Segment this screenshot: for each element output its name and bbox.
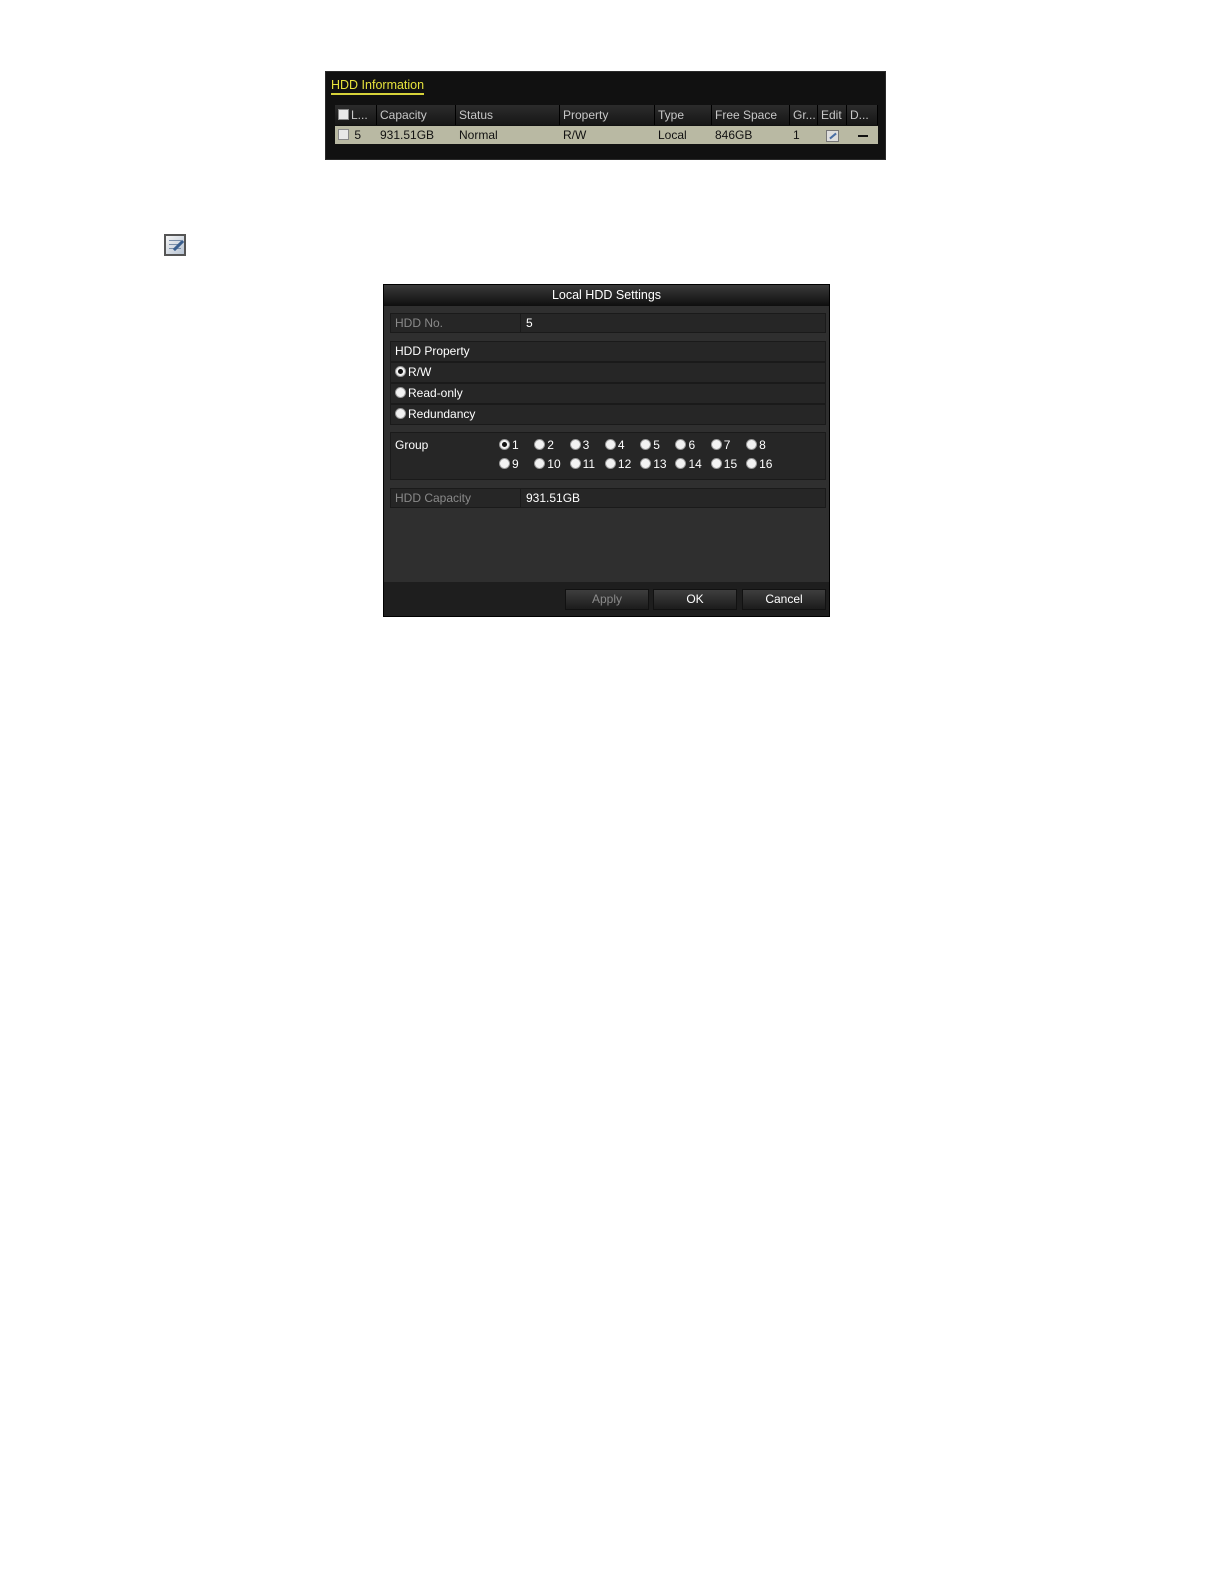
group-option-1[interactable]: 1 [499,438,534,452]
radio-group-9[interactable] [499,458,510,470]
radio-group-7[interactable] [710,439,722,451]
radio-group-15[interactable] [710,458,722,470]
radio-group-11[interactable] [569,458,581,470]
group-option-5[interactable]: 5 [640,438,675,452]
group-option-12[interactable]: 12 [604,457,640,471]
property-option-read-only[interactable]: Read-only [390,383,826,404]
column-header-capacity[interactable]: Capacity [377,105,456,125]
cell-label: 5 [335,126,377,144]
row-checkbox[interactable] [338,129,349,141]
column-header-label[interactable]: L... [335,105,377,125]
group-option-9[interactable]: 9 [499,457,534,471]
radio-group-5[interactable] [640,439,652,451]
group-option-7[interactable]: 7 [710,438,746,452]
local-hdd-settings-dialog: Local HDD Settings HDD No. 5 HDD Propert… [383,284,830,617]
column-header-free-space[interactable]: Free Space [712,105,790,125]
table-row[interactable]: 5 931.51GB Normal R/W Local 846GB 1 [335,126,878,144]
column-header-group[interactable]: Gr... [790,105,818,125]
group-option-6[interactable]: 6 [675,438,710,452]
cell-status: Normal [459,128,498,142]
radio-redundancy[interactable] [395,408,406,420]
hdd-information-tab[interactable]: HDD Information [331,78,425,95]
group-option-8[interactable]: 8 [746,438,781,452]
radio-group-10[interactable] [534,458,546,470]
radio-group-8[interactable] [746,439,758,451]
edit-icon[interactable] [826,129,839,142]
apply-button[interactable]: Apply [565,589,649,610]
hdd-no-value: 5 [526,316,533,330]
hdd-capacity-field: HDD Capacity 931.51GB [390,488,826,508]
group-option-16[interactable]: 16 [746,457,781,471]
dash-icon[interactable] [858,134,868,137]
hdd-no-field: HDD No. 5 [390,313,826,333]
cell-capacity: 931.51GB [380,128,435,142]
radio-group-12[interactable] [604,458,616,470]
column-header-status[interactable]: Status [456,105,560,125]
group-label: Group [395,438,429,452]
edit-icon [164,234,186,256]
select-all-checkbox[interactable] [338,109,349,121]
group-option-4[interactable]: 4 [604,438,640,452]
radio-group-16[interactable] [746,458,758,470]
property-option-rw[interactable]: R/W [390,362,826,383]
dialog-title: Local HDD Settings [384,285,829,306]
column-header-property[interactable]: Property [560,105,655,125]
hdd-no-label: HDD No. [391,314,521,332]
cell-property: R/W [563,128,587,142]
radio-group-1[interactable] [499,439,510,451]
cell-edit [818,126,847,144]
group-option-2[interactable]: 2 [534,438,569,452]
cell-delete [847,126,878,144]
group-selector: Group 1 2 3 4 5 6 7 8 9 10 11 12 13 14 1… [390,432,826,480]
property-option-redundancy[interactable]: Redundancy [390,404,826,425]
hdd-capacity-value: 931.51GB [526,491,581,505]
hdd-property-group: HDD Property R/W Read-only Redundancy [390,341,826,425]
radio-group-13[interactable] [640,458,652,470]
group-option-14[interactable]: 14 [675,457,710,471]
radio-rw[interactable] [395,366,406,378]
group-option-11[interactable]: 11 [569,457,605,471]
ok-button[interactable]: OK [653,589,737,610]
group-option-15[interactable]: 15 [710,457,746,471]
radio-group-14[interactable] [675,458,687,470]
hdd-property-header: HDD Property [390,341,826,362]
dialog-footer: Apply OK Cancel [384,582,829,616]
radio-read-only[interactable] [395,387,406,399]
radio-group-4[interactable] [604,439,616,451]
hdd-table: L... Capacity Status Property Type Free … [335,105,878,144]
group-row-2: 9 10 11 12 13 14 15 16 [499,457,781,471]
cell-free-space: 846GB [715,128,753,142]
column-header-type[interactable]: Type [655,105,712,125]
hdd-capacity-label: HDD Capacity [391,489,521,507]
group-option-13[interactable]: 13 [640,457,675,471]
column-header-delete[interactable]: D... [847,105,878,125]
hdd-information-panel: HDD Information L... Capacity Status Pro… [325,71,886,160]
column-header-edit[interactable]: Edit [818,105,847,125]
cancel-button[interactable]: Cancel [742,589,826,610]
radio-group-3[interactable] [569,439,581,451]
cell-group: 1 [793,128,800,142]
table-header: L... Capacity Status Property Type Free … [335,105,878,125]
cell-type: Local [658,128,687,142]
group-option-3[interactable]: 3 [569,438,605,452]
radio-group-2[interactable] [534,439,546,451]
radio-group-6[interactable] [675,439,687,451]
group-row-1: 1 2 3 4 5 6 7 8 [499,438,781,452]
group-option-10[interactable]: 10 [534,457,569,471]
